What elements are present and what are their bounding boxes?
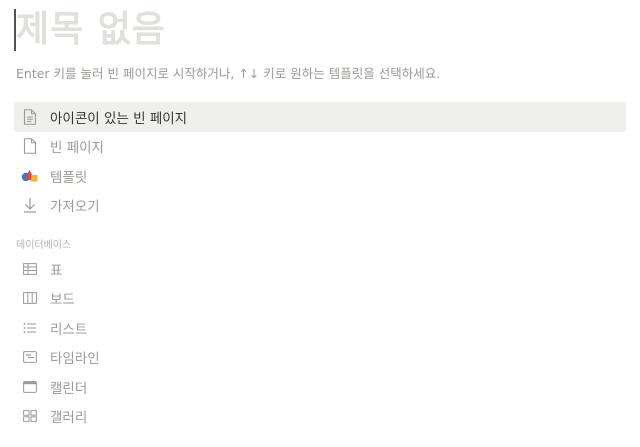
option-label: 표 [50,262,63,279]
database-option-timeline[interactable]: 타임라인 [14,343,626,373]
document-icon [14,138,46,155]
start-hint: Enter 키를 눌러 빈 페이지로 시작하거나, ↑↓ 키로 원하는 템플릿을… [16,66,441,81]
page-title-input[interactable]: 제목 없음 [16,6,166,54]
list-icon [14,322,46,334]
calendar-icon [14,380,46,393]
option-templates[interactable]: 템플릿 [14,161,626,191]
templates-icon [14,169,46,183]
document-text-icon [14,108,46,125]
timeline-icon [14,351,46,364]
option-label: 갤러리 [50,410,88,427]
gallery-icon [14,410,46,423]
table-icon [14,262,46,275]
option-import[interactable]: 가져오기 [14,191,626,221]
option-label: 빈 페이지 [50,140,104,157]
option-label: 리스트 [50,321,88,338]
option-empty-with-icon[interactable]: 아이콘이 있는 빈 페이지 [14,102,626,132]
option-label: 아이콘이 있는 빈 페이지 [50,110,188,127]
database-option-list[interactable]: 리스트 [14,313,626,343]
text-caret [14,9,16,51]
page-start-options: 아이콘이 있는 빈 페이지 빈 페이지 템플릿 가져오기 [14,102,626,220]
database-option-table[interactable]: 표 [14,254,626,284]
database-option-gallery[interactable]: 갤러리 [14,402,626,432]
board-icon [14,292,46,305]
title-row[interactable]: 제목 없음 [14,6,166,54]
option-label: 캘린더 [50,380,88,397]
database-section-label: 데이터베이스 [16,240,72,251]
database-option-calendar[interactable]: 캘린더 [14,372,626,402]
option-label: 타임라인 [50,351,100,368]
option-label: 보드 [50,292,75,309]
database-options: 표 보드 리스트 타임라인 캘린더 갤러리 [14,254,626,431]
option-empty-page[interactable]: 빈 페이지 [14,132,626,162]
option-label: 템플릿 [50,169,88,186]
option-label: 가져오기 [50,199,100,216]
new-page-editor: 제목 없음 Enter 키를 눌러 빈 페이지로 시작하거나, ↑↓ 키로 원하… [0,0,640,447]
download-arrow-icon [14,197,46,213]
database-option-board[interactable]: 보드 [14,284,626,314]
